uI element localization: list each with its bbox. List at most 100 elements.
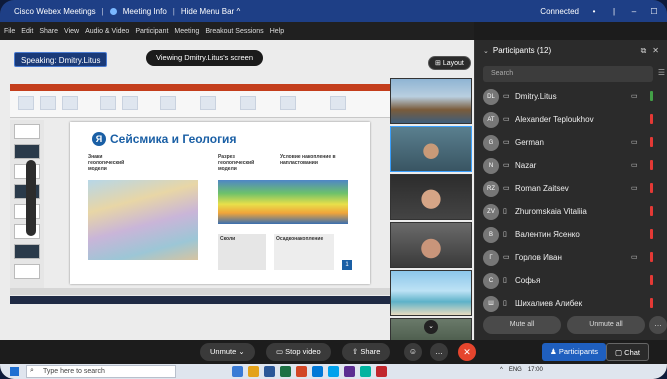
mute-all-button[interactable]: Mute all bbox=[483, 316, 561, 334]
participant-row[interactable]: С ▯ Софья bbox=[475, 270, 667, 293]
participant-row[interactable]: G ▭ German ▭ bbox=[475, 132, 667, 155]
menu-edit[interactable]: Edit bbox=[21, 28, 33, 35]
presentation-slide: Я Сейсмика и Геология Знаки геологически… bbox=[70, 122, 370, 284]
hide-menu-bar-link[interactable]: Hide Menu Bar ^ bbox=[181, 7, 240, 16]
powerpoint-icon[interactable] bbox=[296, 366, 307, 377]
taskbar-search-input[interactable]: Type here to search bbox=[26, 365, 176, 378]
annotation-toolbar[interactable] bbox=[26, 160, 36, 236]
participants-panel: ⌄ Participants (12) ⧉ ✕ Search ☰ DL ▭ Dmi… bbox=[474, 40, 667, 340]
participant-search-input[interactable]: Search bbox=[483, 66, 653, 82]
mic-muted-icon[interactable] bbox=[650, 275, 653, 285]
mic-muted-icon[interactable] bbox=[650, 183, 653, 193]
sort-icon[interactable]: ☰ bbox=[658, 68, 665, 77]
more-options-icon[interactable]: … bbox=[649, 316, 667, 334]
window-controls: Connected • | – ☐ bbox=[540, 0, 659, 22]
avatar: В bbox=[483, 227, 499, 243]
mic-muted-icon[interactable] bbox=[650, 298, 653, 308]
chat-button[interactable]: ▢ Chat bbox=[606, 343, 650, 361]
tray-chevron[interactable]: ^ bbox=[500, 367, 503, 373]
explorer-icon[interactable] bbox=[248, 366, 259, 377]
ribbon-tool-icon bbox=[62, 96, 78, 110]
reactions-icon[interactable]: ☺ bbox=[404, 343, 422, 361]
video-tile[interactable] bbox=[390, 174, 472, 220]
slide-label: Осадконакопление bbox=[276, 236, 324, 242]
powerpoint-status-bar bbox=[10, 288, 390, 295]
mic-muted-icon[interactable] bbox=[650, 252, 653, 262]
participants-label: Participants bbox=[558, 347, 598, 356]
more-icon[interactable]: … bbox=[430, 343, 448, 361]
participant-name: Шихалиев Алибек bbox=[515, 299, 583, 308]
participant-name: Софья bbox=[515, 276, 541, 285]
mic-muted-icon[interactable] bbox=[650, 229, 653, 239]
windows-taskbar: Type here to search ⌕ ^ ENG 17:00 bbox=[0, 364, 667, 379]
maximize-icon[interactable]: ☐ bbox=[649, 7, 659, 16]
minimize-icon[interactable]: – bbox=[629, 7, 639, 16]
video-tile[interactable] bbox=[390, 126, 472, 172]
mic-muted-icon[interactable] bbox=[650, 137, 653, 147]
phone-icon: ▯ bbox=[503, 300, 507, 307]
chevron-down-icon[interactable]: ⌄ bbox=[424, 320, 438, 334]
teams-icon[interactable] bbox=[344, 366, 355, 377]
avatar: DL bbox=[483, 89, 499, 105]
webex-window: Cisco Webex Meetings | Meeting Info | Hi… bbox=[0, 0, 667, 379]
menu-file[interactable]: File bbox=[4, 28, 15, 35]
participant-row[interactable]: Г ▭ Горлов Иван ▭ bbox=[475, 247, 667, 270]
menu-share[interactable]: Share bbox=[39, 28, 58, 35]
participant-row[interactable]: ZV ▯ Zhuromskaia Vitaliia bbox=[475, 201, 667, 224]
menu-participant[interactable]: Participant bbox=[135, 28, 168, 35]
webex-icon[interactable] bbox=[360, 366, 371, 377]
participant-row[interactable]: RZ ▭ Roman Zaitsev ▭ bbox=[475, 178, 667, 201]
outlook-icon[interactable] bbox=[312, 366, 323, 377]
mic-muted-icon[interactable] bbox=[650, 206, 653, 216]
close-icon[interactable]: ✕ bbox=[652, 46, 659, 56]
participant-name: Zhuromskaia Vitaliia bbox=[515, 207, 587, 216]
excel-icon[interactable] bbox=[280, 366, 291, 377]
participants-title: Participants (12) bbox=[492, 46, 552, 55]
video-tile[interactable] bbox=[390, 78, 472, 124]
participant-row[interactable]: AT ▭ Alexander Teploukhov bbox=[475, 109, 667, 132]
ribbon-tool-icon bbox=[122, 96, 138, 110]
menu-audio-video[interactable]: Audio & Video bbox=[85, 28, 129, 35]
avatar: AT bbox=[483, 112, 499, 128]
acrobat-icon[interactable] bbox=[376, 366, 387, 377]
stop-video-button[interactable]: ▭ Stop video bbox=[266, 343, 331, 361]
menu-help[interactable]: Help bbox=[270, 28, 284, 35]
people-icon: ♟ bbox=[550, 347, 559, 356]
mic-on-icon[interactable] bbox=[650, 91, 653, 101]
video-tile[interactable] bbox=[390, 270, 472, 316]
mic-muted-icon[interactable] bbox=[650, 114, 653, 124]
windows-start-icon[interactable] bbox=[10, 367, 19, 376]
share-button[interactable]: ⇧ Share bbox=[342, 343, 391, 361]
popout-icon[interactable]: ⧉ bbox=[641, 46, 647, 56]
divider-icon: | bbox=[612, 6, 616, 16]
slide-number-badge: 1 bbox=[342, 260, 352, 270]
menu-meeting[interactable]: Meeting bbox=[174, 28, 199, 35]
unmute-all-button[interactable]: Unmute all bbox=[567, 316, 645, 334]
participant-row[interactable]: В ▯ Валентин Ясенко bbox=[475, 224, 667, 247]
ribbon-tool-icon bbox=[240, 96, 256, 110]
end-call-icon[interactable]: ✕ bbox=[458, 343, 476, 361]
chat-label: Chat bbox=[624, 348, 641, 357]
participants-button[interactable]: ♟ Participants bbox=[542, 343, 606, 361]
participant-row[interactable]: DL ▭ Dmitry.Litus ▭ bbox=[475, 86, 667, 109]
slide-label: Разрез геологический модели bbox=[218, 154, 255, 172]
ribbon-tool-icon bbox=[280, 96, 296, 110]
participant-row[interactable]: N ▭ Nazar ▭ bbox=[475, 155, 667, 178]
edge-icon[interactable] bbox=[328, 366, 339, 377]
taskview-icon[interactable] bbox=[232, 366, 243, 377]
meeting-info-link[interactable]: Meeting Info bbox=[123, 7, 167, 16]
language-indicator[interactable]: ENG bbox=[509, 367, 522, 373]
slide-thumbnail bbox=[14, 264, 40, 279]
participant-name: German bbox=[515, 138, 544, 147]
menu-breakout-sessions[interactable]: Breakout Sessions bbox=[205, 28, 263, 35]
clock[interactable]: 17:00 bbox=[528, 367, 543, 373]
pc-icon: ▭ bbox=[503, 93, 510, 100]
unmute-button[interactable]: Unmute ⌄ bbox=[200, 343, 255, 361]
ribbon-tool-icon bbox=[200, 96, 216, 110]
menu-view[interactable]: View bbox=[64, 28, 79, 35]
layout-button[interactable]: ⊞ Layout bbox=[428, 56, 471, 70]
word-icon[interactable] bbox=[264, 366, 275, 377]
mic-muted-icon[interactable] bbox=[650, 160, 653, 170]
video-tile[interactable] bbox=[390, 222, 472, 268]
chevron-down-icon[interactable]: ⌄ bbox=[483, 48, 489, 55]
